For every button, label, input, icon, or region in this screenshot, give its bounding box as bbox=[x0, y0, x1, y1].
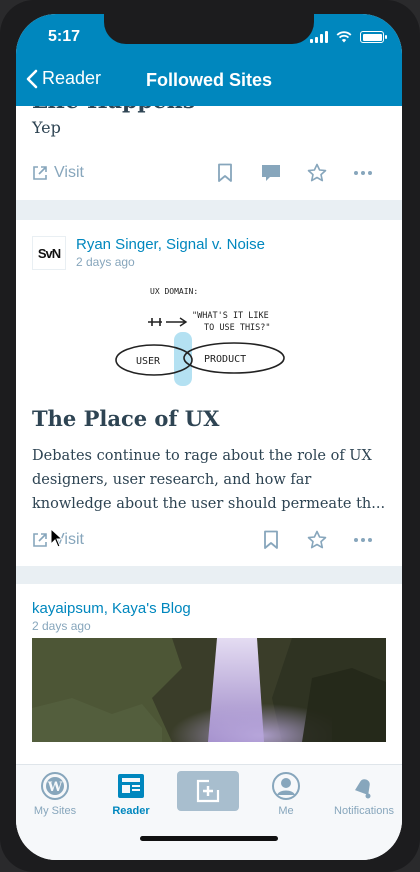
site-name[interactable]: Ryan Singer, Signal v. Noise bbox=[76, 236, 265, 254]
action-icons bbox=[248, 525, 386, 555]
comment-icon bbox=[262, 165, 280, 181]
device-notch bbox=[104, 14, 314, 44]
featured-sketch-image: UX DOMAIN: "WHAT'S IT LIKE TO USE THIS?"… bbox=[115, 287, 285, 386]
like-button[interactable] bbox=[294, 525, 340, 555]
sketch-user-label: USER bbox=[136, 356, 161, 367]
mouse-cursor-icon bbox=[50, 528, 64, 548]
home-indicator[interactable] bbox=[140, 836, 278, 841]
svg-text:W: W bbox=[47, 780, 63, 795]
status-icons bbox=[310, 31, 387, 43]
tab-label: Notifications bbox=[334, 805, 394, 817]
bell-icon bbox=[355, 779, 371, 799]
post-card[interactable]: SvN Ryan Singer, Signal v. Noise 2 days … bbox=[16, 220, 402, 566]
bookmark-icon bbox=[264, 530, 278, 549]
visit-link[interactable]: Visit bbox=[32, 164, 84, 182]
more-button[interactable] bbox=[340, 525, 386, 555]
wordpress-icon: W bbox=[41, 772, 69, 800]
sketch-line-2: "WHAT'S IT LIKE bbox=[192, 311, 269, 321]
bookmark-button[interactable] bbox=[248, 525, 294, 555]
site-header[interactable]: SvN Ryan Singer, Signal v. Noise 2 days … bbox=[32, 236, 265, 270]
sketch-line-1: UX DOMAIN: bbox=[150, 287, 198, 296]
star-icon bbox=[307, 163, 327, 182]
site-header[interactable]: kayaipsum, Kaya's Blog 2 days ago bbox=[32, 600, 191, 634]
wifi-icon bbox=[336, 31, 352, 43]
bookmark-icon bbox=[218, 163, 232, 182]
reader-icon bbox=[118, 774, 144, 798]
tab-notifications[interactable]: Notifications bbox=[328, 771, 400, 817]
post-excerpt: Debates continue to rage about the role … bbox=[32, 448, 386, 512]
tab-label: My Sites bbox=[33, 805, 77, 817]
cellular-signal-icon bbox=[310, 31, 328, 43]
featured-image-waterfall bbox=[32, 638, 386, 742]
post-actions: Visit bbox=[32, 525, 386, 555]
like-button[interactable] bbox=[294, 158, 340, 188]
post-card[interactable]: Life Happens Yep Visit bbox=[16, 106, 402, 200]
write-post-icon bbox=[196, 779, 220, 803]
phone-frame: 5:17 Reader Followed Sites Yep Visit SvN… bbox=[0, 0, 420, 872]
battery-icon bbox=[360, 31, 387, 43]
profile-icon bbox=[272, 772, 300, 800]
external-link-icon bbox=[33, 533, 47, 547]
post-title[interactable]: Life Happens bbox=[32, 106, 195, 116]
action-icons bbox=[202, 158, 386, 188]
post-title[interactable]: The Place of UX bbox=[32, 406, 219, 431]
post-date: 2 days ago bbox=[32, 619, 91, 633]
bookmark-button[interactable] bbox=[202, 158, 248, 188]
write-post-button[interactable] bbox=[177, 771, 239, 811]
more-button[interactable] bbox=[340, 158, 386, 188]
external-link-icon bbox=[33, 166, 47, 180]
post-card[interactable]: kayaipsum, Kaya's Blog 2 days ago bbox=[16, 584, 402, 764]
page-title: Followed Sites bbox=[145, 70, 273, 90]
tab-bar: W My Sites Reader Me Notifications bbox=[16, 764, 402, 860]
post-excerpt: Yep bbox=[32, 118, 61, 137]
more-icon bbox=[354, 538, 372, 542]
tab-my-sites[interactable]: W My Sites bbox=[20, 771, 90, 817]
app-screen: 5:17 Reader Followed Sites Yep Visit SvN… bbox=[16, 14, 402, 860]
sketch-product-label: PRODUCT bbox=[204, 354, 246, 365]
star-icon bbox=[307, 530, 327, 549]
status-time: 5:17 bbox=[48, 28, 81, 45]
reader-feed[interactable]: Life Happens Yep Visit bbox=[16, 106, 402, 764]
site-name[interactable]: kayaipsum, Kaya's Blog bbox=[32, 600, 191, 618]
tab-label: Me bbox=[278, 805, 294, 817]
post-actions: Visit bbox=[32, 158, 386, 188]
tab-me[interactable]: Me bbox=[251, 771, 321, 817]
tab-label: Reader bbox=[112, 805, 150, 817]
sketch-line-3: TO USE THIS?" bbox=[204, 323, 271, 333]
visit-label: Visit bbox=[54, 164, 84, 181]
post-date: 2 days ago bbox=[76, 255, 135, 269]
more-icon bbox=[354, 171, 372, 175]
site-logo: SvN bbox=[32, 236, 66, 270]
waterfall-image bbox=[32, 638, 386, 742]
comment-button[interactable] bbox=[248, 158, 294, 188]
tab-reader[interactable]: Reader bbox=[96, 771, 166, 817]
